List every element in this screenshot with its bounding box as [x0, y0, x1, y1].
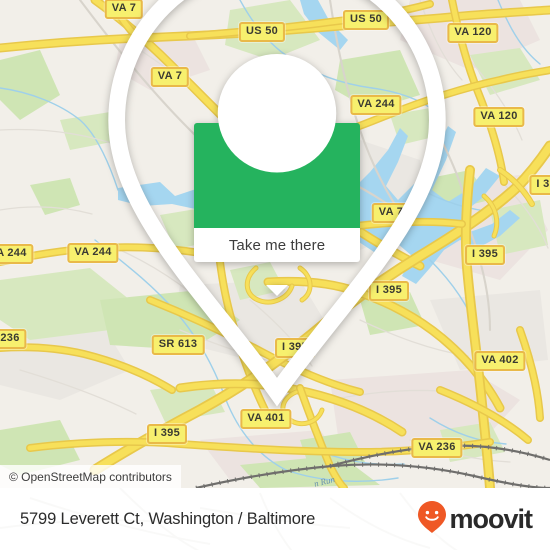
osm-attribution-text: © OpenStreetMap contributors [9, 469, 172, 484]
callout-image-area [108, 0, 446, 407]
osm-attribution[interactable]: © OpenStreetMap contributors [0, 465, 181, 488]
moovit-pin-smiley-icon [417, 500, 447, 539]
road-shield: VA 236 [411, 438, 463, 458]
map-pin-icon [2, 0, 550, 420]
map-canvas[interactable]: .pk { fill:#cfe5b4; } .pk2{ fill:#d7e8bf… [0, 0, 550, 488]
take-me-there-button[interactable]: Take me there [229, 237, 325, 254]
moovit-map-screenshot: .pk { fill:#cfe5b4; } .pk2{ fill:#d7e8bf… [0, 0, 550, 550]
address-label: 5799 Leverett Ct, Washington / Baltimore [20, 509, 316, 528]
moovit-brand[interactable]: moovit [417, 500, 533, 539]
callout-tail [266, 285, 288, 296]
road-shield: I 395 [147, 424, 187, 444]
footer-bar: 5799 Leverett Ct, Washington / Baltimore… [0, 488, 550, 550]
moovit-wordmark: moovit [449, 503, 533, 534]
destination-callout[interactable]: Take me there [108, 0, 446, 407]
